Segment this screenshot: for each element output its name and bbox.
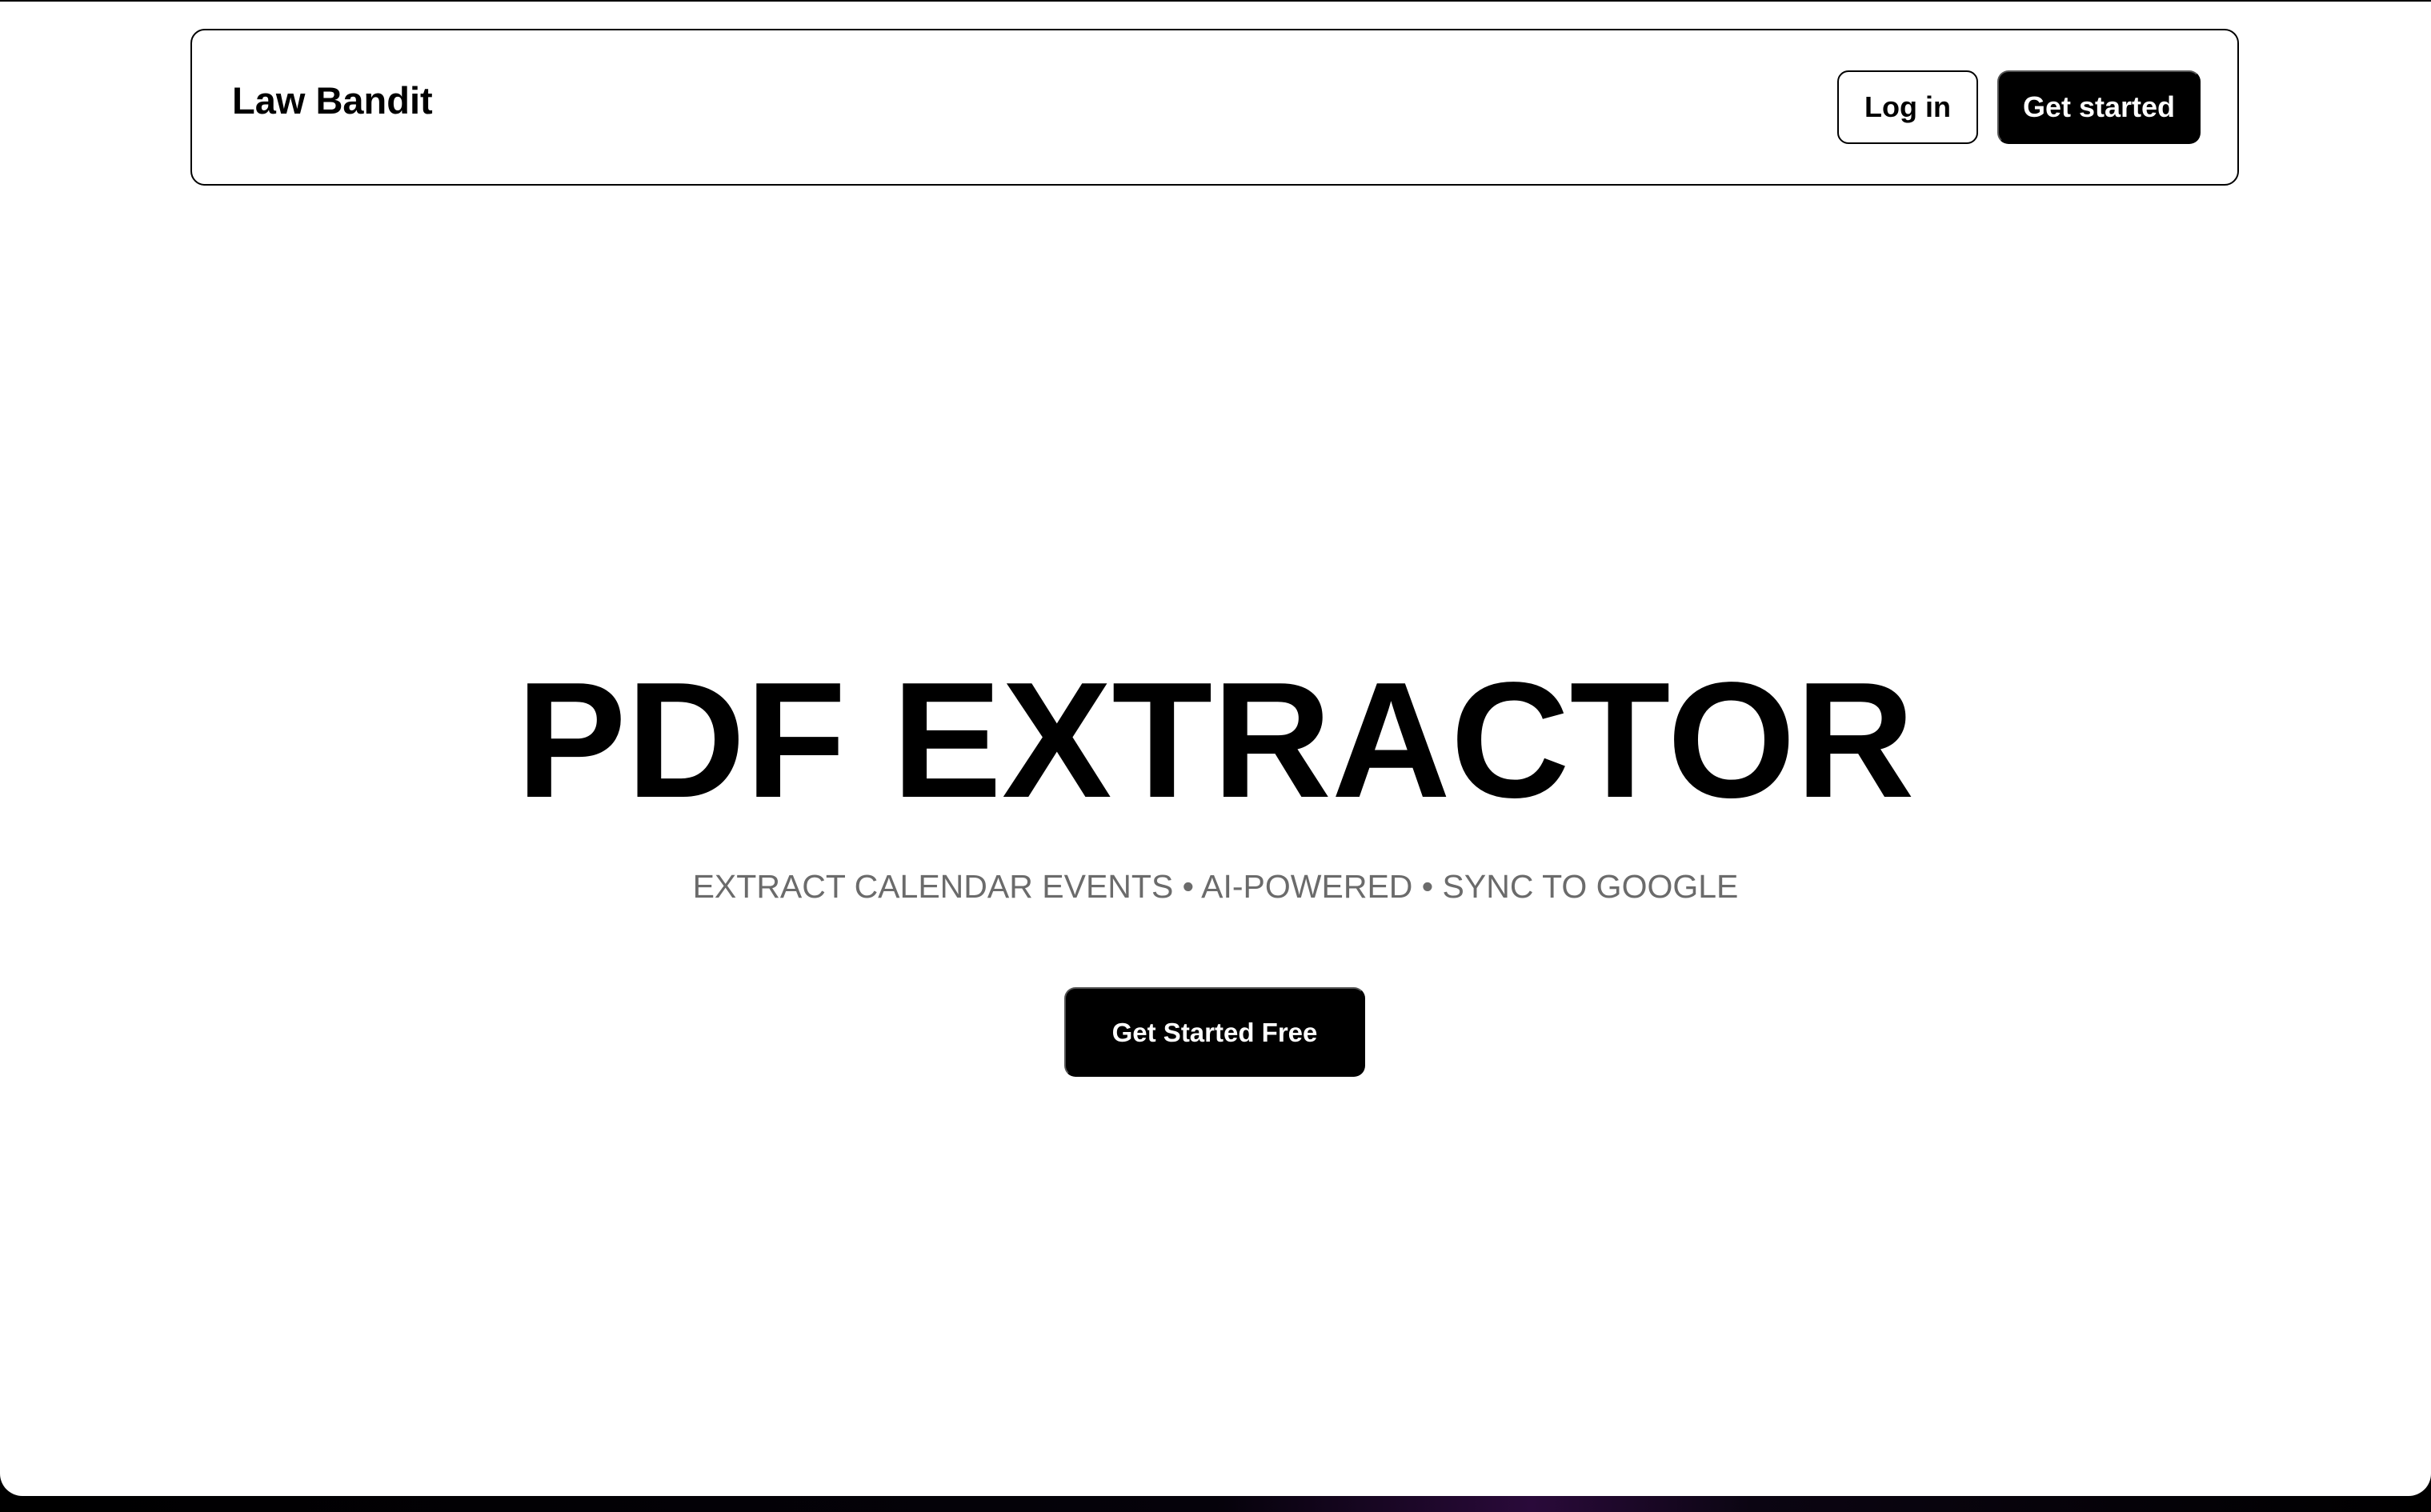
hero-subtitle: EXTRACT CALENDAR EVENTS • AI-POWERED • S… <box>692 868 1739 905</box>
brand-logo-text[interactable]: Law Bandit <box>232 82 433 119</box>
top-navbar: Law Bandit Log in Get started <box>190 29 2239 186</box>
login-button[interactable]: Log in <box>1837 70 1978 144</box>
page: Law Bandit Log in Get started PDF EXTRAC… <box>0 0 2431 1496</box>
get-started-button[interactable]: Get started <box>1997 70 2201 144</box>
hero-title: PDF EXTRACTOR <box>516 648 1915 832</box>
get-started-free-button[interactable]: Get Started Free <box>1064 987 1365 1077</box>
window-bottom-edge <box>0 1496 2431 1512</box>
